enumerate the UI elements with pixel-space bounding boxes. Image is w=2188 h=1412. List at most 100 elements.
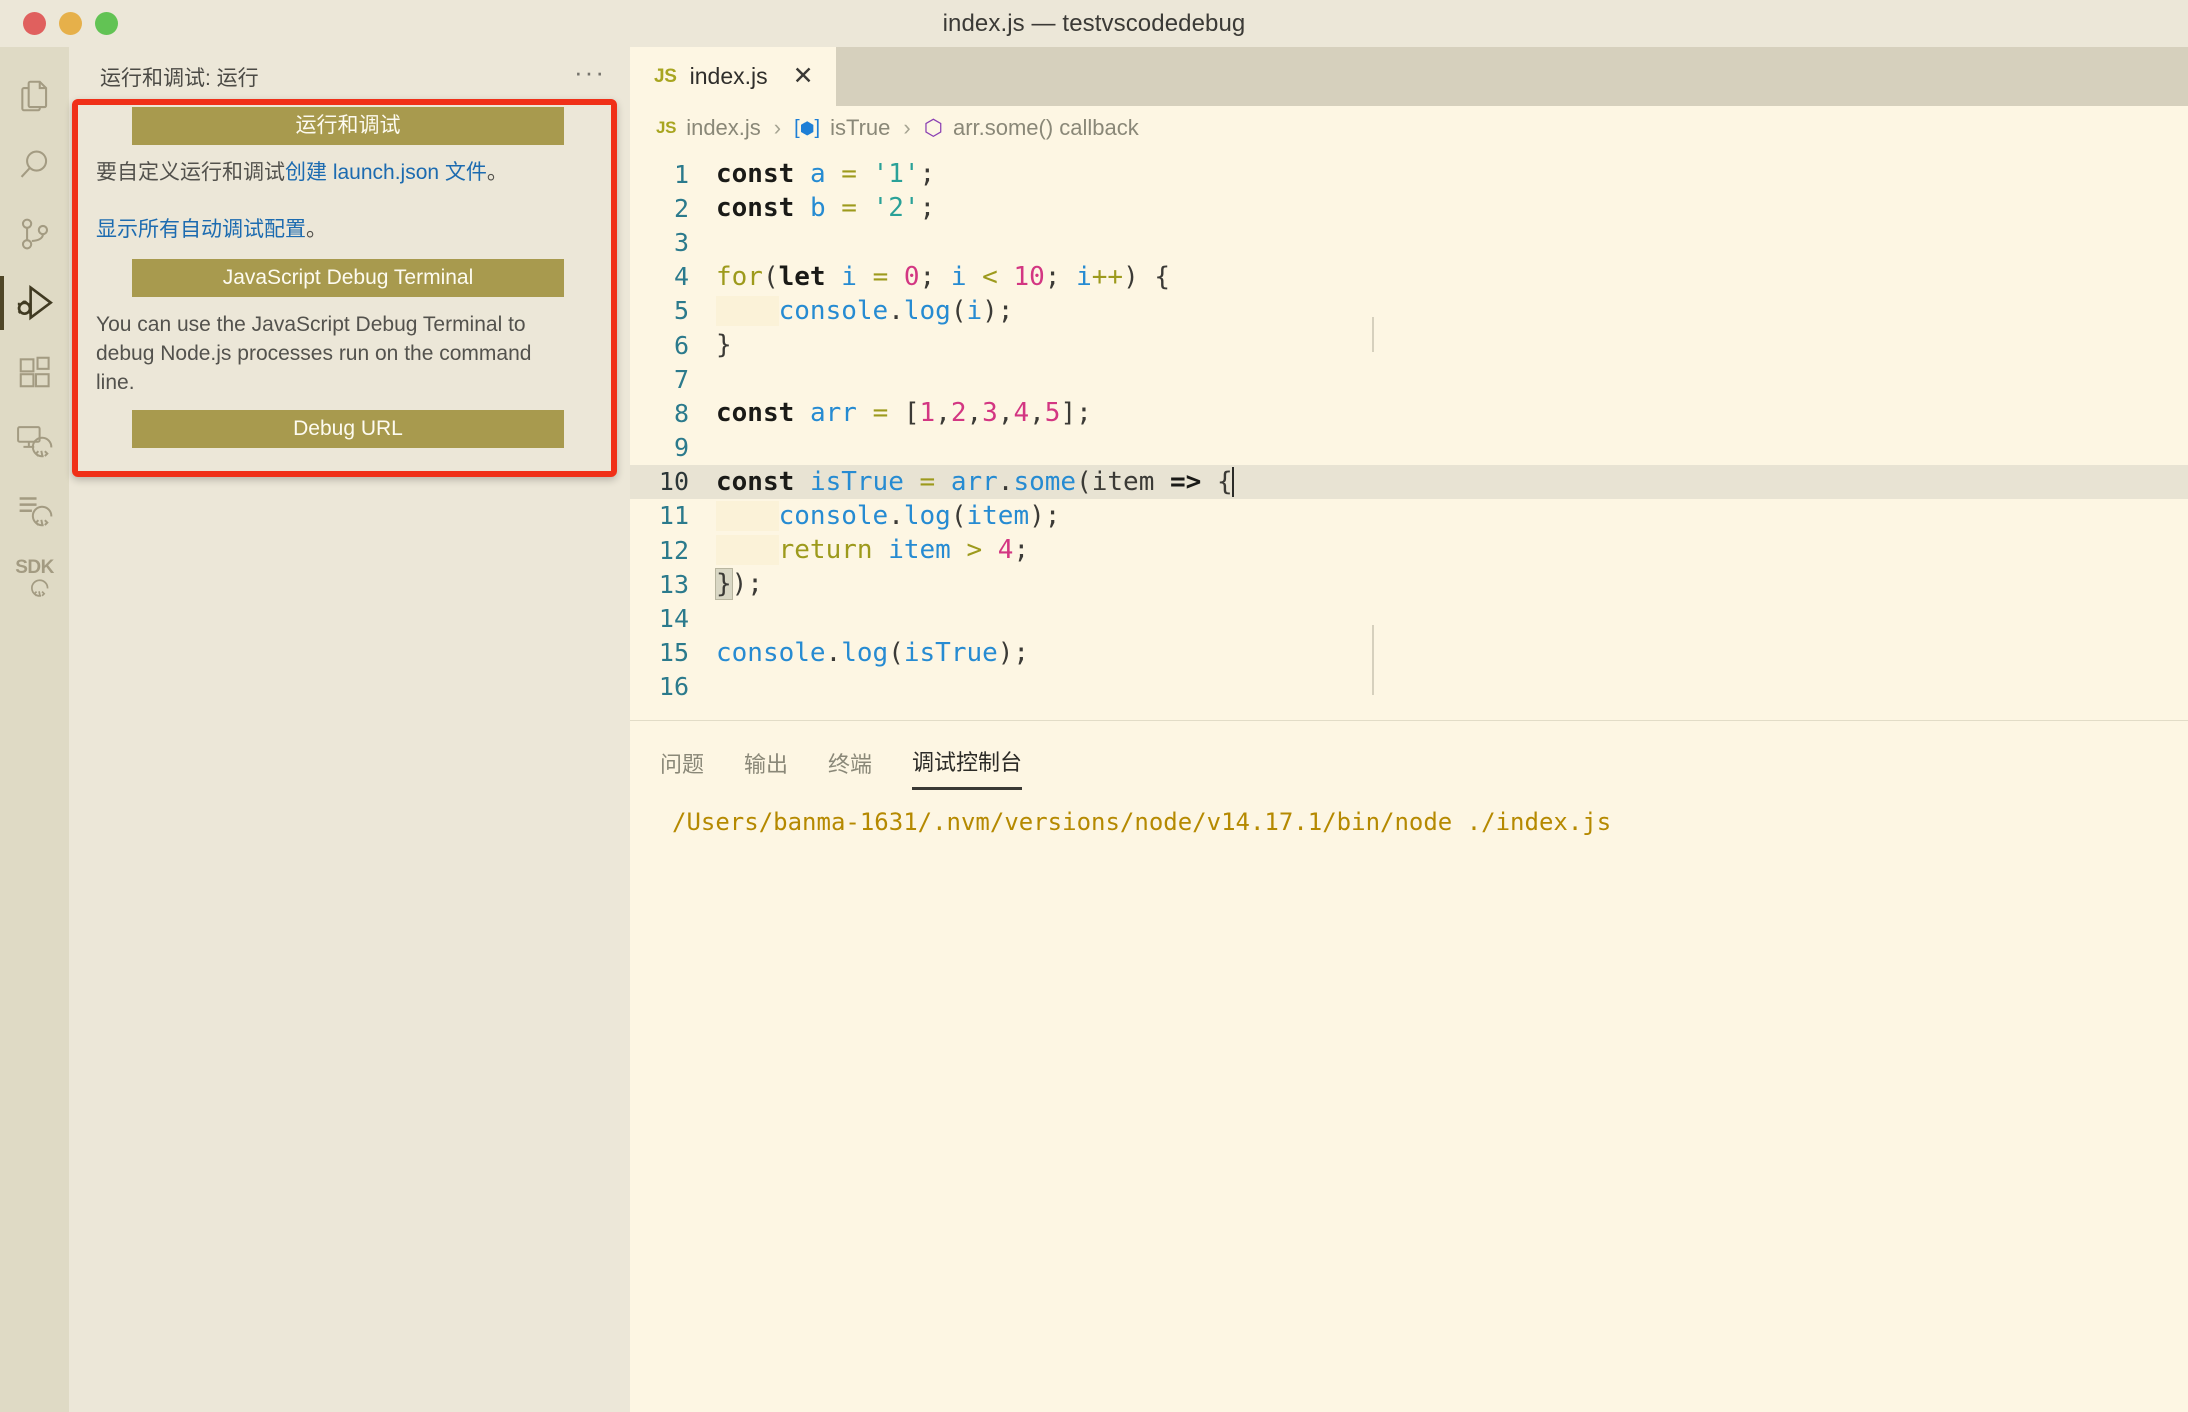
line-content: const arr = [1,2,3,4,5]; xyxy=(716,398,1092,429)
extensions-icon xyxy=(16,353,54,391)
tab-debug-console[interactable]: 调试控制台 xyxy=(912,745,1023,790)
line-number: 15 xyxy=(658,638,689,668)
window-title: index.js — testvscodedebug xyxy=(942,9,1246,37)
breadcrumb-separator-2: › xyxy=(903,115,911,140)
line-number: 9 xyxy=(673,433,689,463)
remote-explorer-icon xyxy=(15,421,55,461)
line-number: 4 xyxy=(673,262,689,292)
line-number: 14 xyxy=(658,604,689,634)
window-title-bar: index.js — testvscodedebug xyxy=(0,0,2188,47)
line-content: return item > 4; xyxy=(716,535,1029,566)
function-icon: ⬡ xyxy=(923,115,943,140)
show-all-configs-suffix: 。 xyxy=(306,217,327,241)
js-file-icon: JS xyxy=(654,65,677,87)
code-line: 11 console.log(item); xyxy=(630,499,2188,533)
code-editor[interactable]: 1 const a = '1'; 2 const b = '2'; 3 4 fo… xyxy=(630,150,2188,767)
line-content: console.log(isTrue); xyxy=(716,637,1030,668)
javascript-debug-terminal-description: You can use the JavaScript Debug Termina… xyxy=(96,312,532,394)
line-number: 1 xyxy=(673,159,689,189)
code-line: 8 const arr = [1,2,3,4,5]; xyxy=(630,396,2188,430)
line-number: 12 xyxy=(658,535,689,565)
line-number: 13 xyxy=(658,569,689,599)
line-number: 7 xyxy=(673,364,689,394)
code-line: 1 const a = '1'; xyxy=(630,157,2188,191)
run-and-debug-button[interactable]: 运行和调试 xyxy=(132,107,564,145)
indent-guide xyxy=(1372,317,1374,352)
debug-console-output: /Users/banma-1631/.nvm/versions/node/v14… xyxy=(672,808,1612,836)
line-number: 6 xyxy=(673,330,689,360)
line-number: 8 xyxy=(673,398,689,428)
code-line: 4 for(let i = 0; i < 10; i++) { xyxy=(630,260,2188,294)
breadcrumb-item-file[interactable]: index.js xyxy=(686,115,761,141)
editor-area: JS index.js ✕ JS index.js › [⬢] isTrue ›… xyxy=(630,47,2188,1412)
line-number: 16 xyxy=(658,672,689,702)
js-icon: JS xyxy=(656,118,677,137)
tab-problems[interactable]: 问题 xyxy=(660,747,704,789)
search-icon xyxy=(16,146,54,184)
code-line: 7 xyxy=(630,362,2188,396)
line-content: } xyxy=(716,330,732,361)
activity-item-output-channels[interactable] xyxy=(0,475,69,544)
code-line-active: 10 const isTrue = arr.some(item => { xyxy=(630,464,2188,499)
code-line: 6 } xyxy=(630,328,2188,362)
activity-item-run-and-debug[interactable] xyxy=(0,268,69,337)
variable-icon: [⬢] xyxy=(794,116,821,139)
text-cursor xyxy=(1231,467,1234,498)
customize-text-suffix: 。 xyxy=(486,161,508,184)
panel-tab-list: 问题 输出 终端 调试控制台 xyxy=(630,721,2188,790)
activity-item-extensions[interactable] xyxy=(0,337,69,406)
activity-item-explorer[interactable] xyxy=(0,61,69,130)
code-line: 13 }); xyxy=(630,567,2188,601)
code-line: 15 console.log(isTrue); xyxy=(630,636,2188,670)
more-actions-button[interactable]: ··· xyxy=(574,59,606,88)
debug-url-button[interactable]: Debug URL xyxy=(132,409,564,448)
breadcrumb: JS index.js › [⬢] isTrue › ⬡ arr.some() … xyxy=(630,106,2188,150)
sidebar-title: 运行和调试: 运行 xyxy=(100,66,259,90)
tab-index-js[interactable]: JS index.js ✕ xyxy=(630,47,836,106)
line-content: console.log(item); xyxy=(716,500,1060,531)
line-content: }); xyxy=(715,568,763,601)
run-and-debug-sidebar: 运行和调试: 运行 ··· 运行和调试 要自定义运行和调试创建 launch.j… xyxy=(69,47,630,1412)
breadcrumb-item-symbol[interactable]: isTrue xyxy=(830,115,890,141)
line-number: 10 xyxy=(658,467,689,497)
code-line: 2 const b = '2'; xyxy=(630,191,2188,225)
indent-guide xyxy=(1372,625,1374,695)
code-line: 14 xyxy=(630,601,2188,635)
show-all-configs-text: 显示所有自动调试配置。 xyxy=(96,216,566,245)
activity-item-remote-explorer[interactable] xyxy=(0,406,69,475)
line-content: const b = '2'; xyxy=(716,193,936,224)
tab-output[interactable]: 输出 xyxy=(744,747,788,789)
run-debug-icon xyxy=(14,282,56,324)
line-number: 3 xyxy=(673,227,689,257)
activity-item-search[interactable] xyxy=(0,130,69,199)
customize-text-prefix: 要自定义运行和调试 xyxy=(96,161,285,184)
line-content: for(let i = 0; i < 10; i++) { xyxy=(716,261,1171,292)
breadcrumb-item-callback[interactable]: arr.some() callback xyxy=(953,115,1139,141)
create-launch-json-link[interactable]: 创建 launch.json 文件 xyxy=(285,161,487,184)
list-code-icon xyxy=(15,490,55,530)
line-number: 5 xyxy=(673,296,689,326)
line-number: 2 xyxy=(673,193,689,223)
activity-bar: SDK xyxy=(0,47,69,1412)
activity-item-sdk[interactable]: SDK xyxy=(0,544,69,613)
sidebar-header: 运行和调试: 运行 ··· xyxy=(69,47,630,106)
breadcrumb-separator-1: › xyxy=(773,115,782,140)
javascript-debug-terminal-button[interactable]: JavaScript Debug Terminal xyxy=(132,258,564,297)
line-content: console.log(i); xyxy=(716,295,1013,326)
run-and-debug-panel-body: 运行和调试 要自定义运行和调试创建 launch.json 文件。 显示所有自动… xyxy=(96,107,596,448)
code-line: 9 xyxy=(630,431,2188,465)
tab-label: index.js xyxy=(689,63,768,89)
show-all-automatic-debug-configurations-link[interactable]: 显示所有自动调试配置 xyxy=(96,218,306,241)
close-icon[interactable]: ✕ xyxy=(793,64,814,89)
sdk-label: SDK xyxy=(15,556,54,578)
source-control-icon xyxy=(16,215,54,253)
line-content: const isTrue = arr.some(item => { xyxy=(716,466,1234,498)
code-line: 16 xyxy=(630,670,2188,704)
bottom-panel: 问题 输出 终端 调试控制台 /Users/banma-1631/.nvm/ve… xyxy=(630,720,2188,1412)
tab-terminal[interactable]: 终端 xyxy=(828,747,872,789)
tabs-empty-space xyxy=(835,47,2188,106)
code-line: 5 console.log(i); xyxy=(630,294,2188,328)
line-content: const a = '1'; xyxy=(716,159,936,190)
customize-launch-text: 要自定义运行和调试创建 launch.json 文件。 xyxy=(96,159,566,188)
activity-item-source-control[interactable] xyxy=(0,199,69,268)
